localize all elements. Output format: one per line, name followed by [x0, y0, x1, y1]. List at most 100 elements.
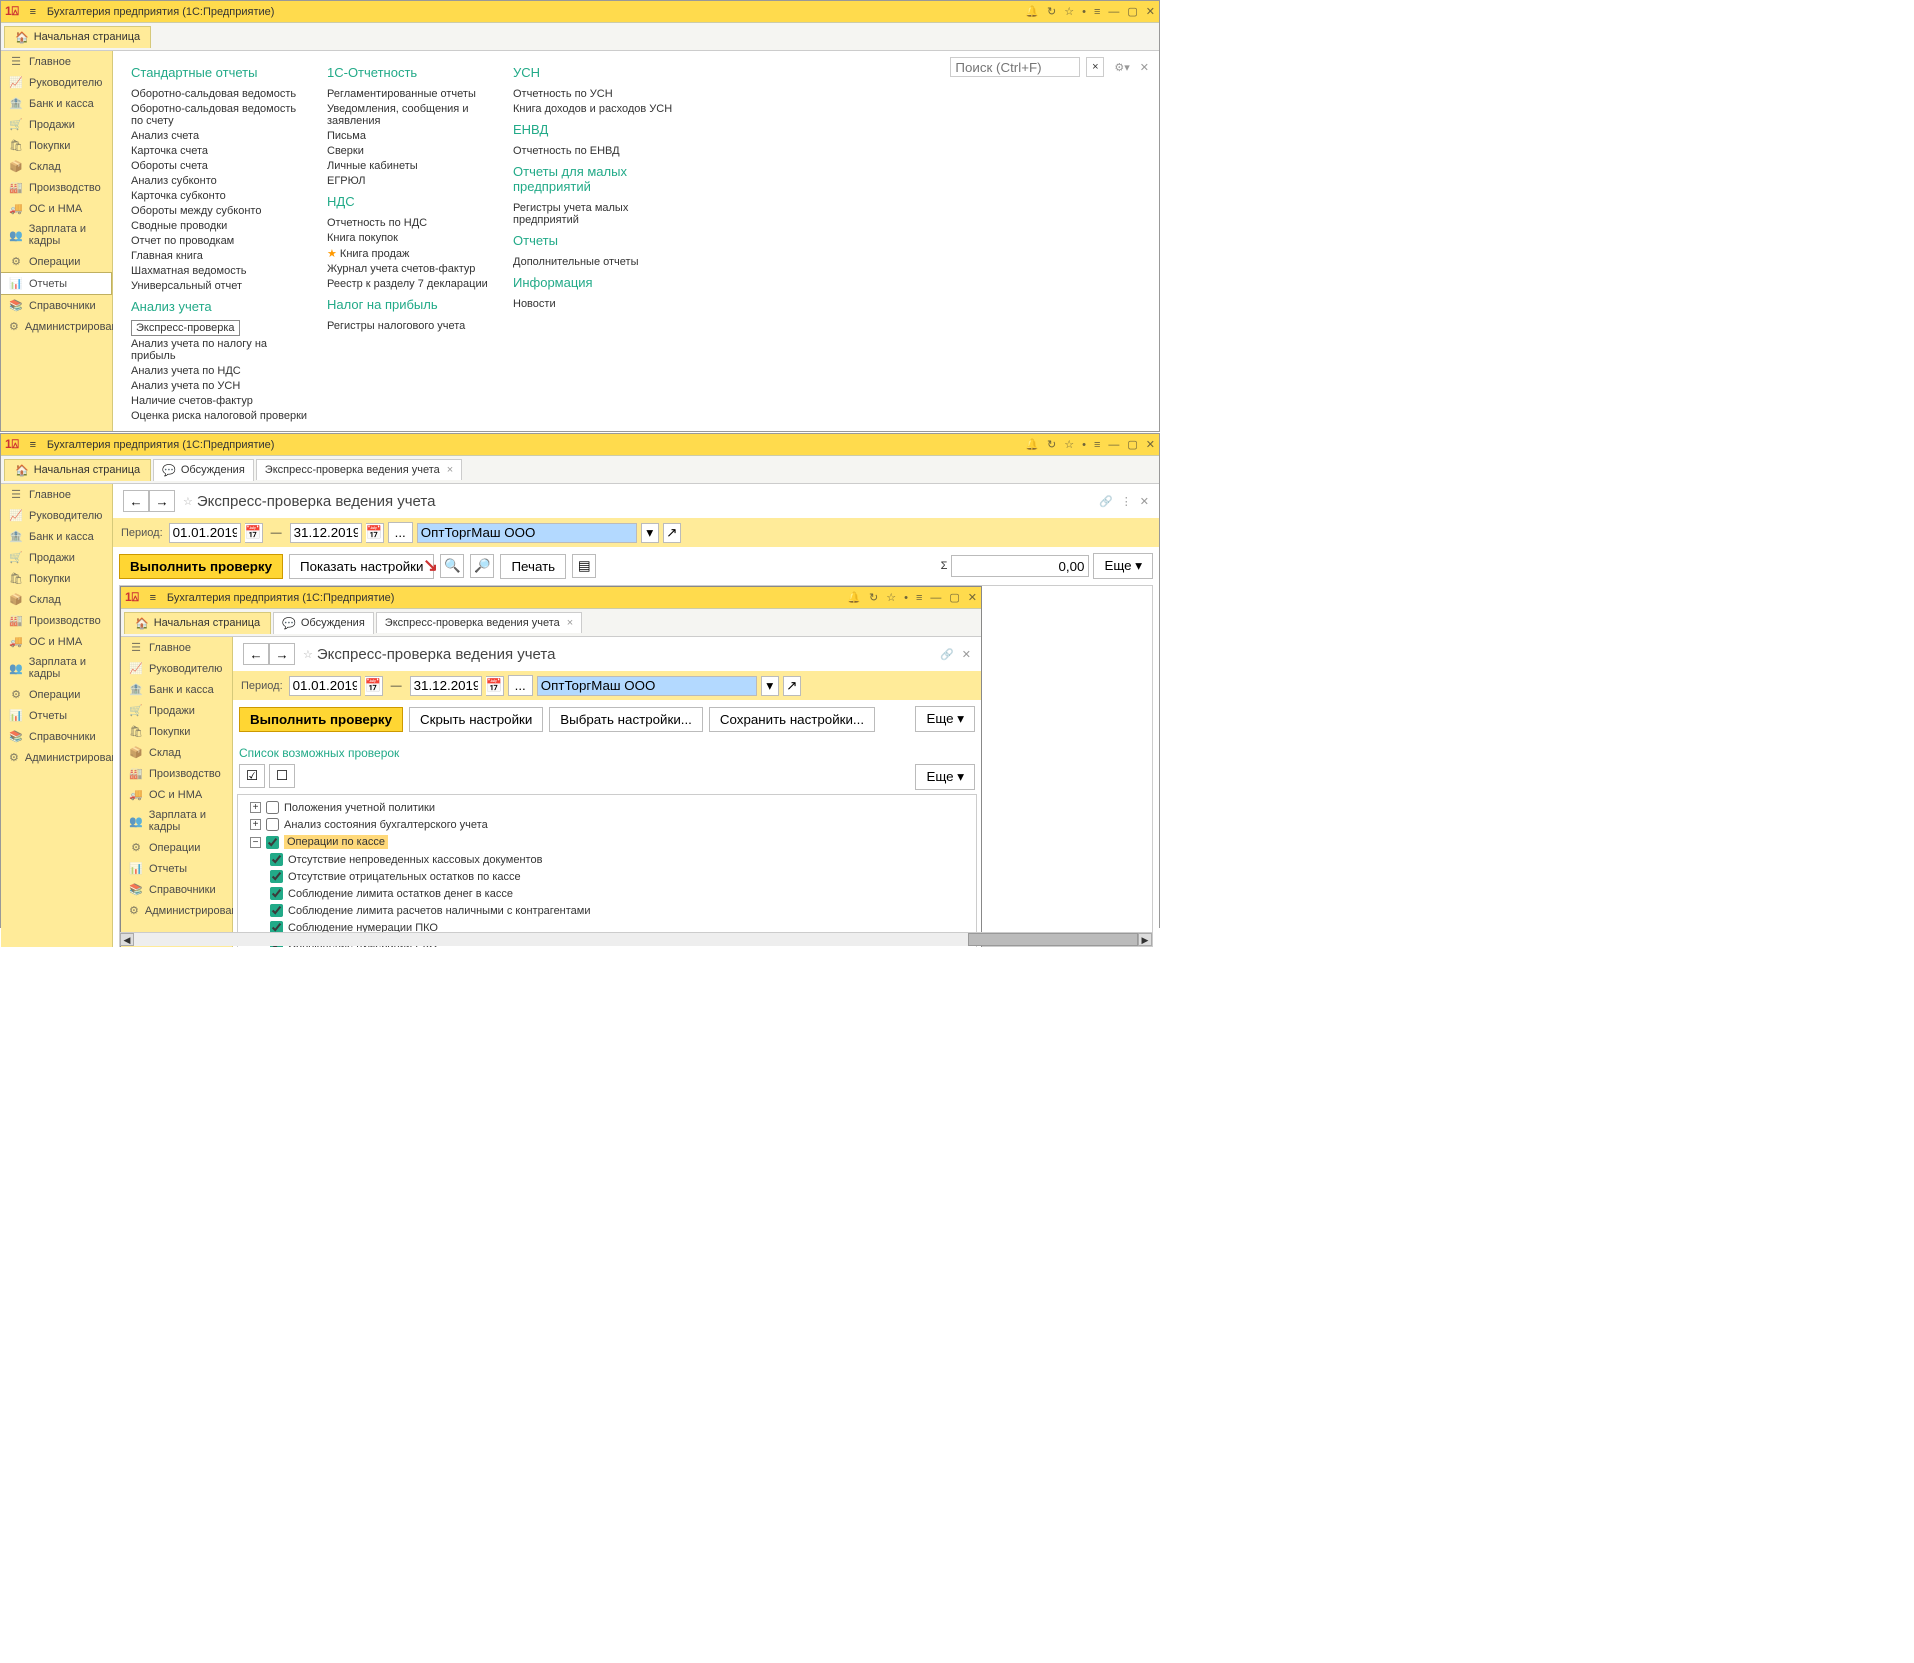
star-icon[interactable]: ☆ — [1064, 5, 1074, 18]
sidebar-item-0[interactable]: ☰Главное — [1, 484, 112, 505]
expand-icon[interactable]: + — [250, 802, 261, 813]
sidebar-item-1[interactable]: 📈Руководителю — [121, 658, 232, 679]
kebab-icon[interactable]: ⋮ — [1121, 495, 1132, 508]
report-link[interactable]: Уведомления, сообщения и заявления — [327, 101, 497, 128]
checkbox[interactable] — [270, 853, 283, 866]
sidebar-item-1[interactable]: 📈Руководителю — [1, 505, 112, 526]
start-page-tab[interactable]: 🏠 Начальная страница — [4, 459, 151, 481]
sum-icon[interactable]: Σ — [941, 560, 948, 572]
report-link[interactable]: Карточка субконто — [131, 188, 311, 203]
tab-discussions[interactable]: 💬 Обсуждения — [153, 459, 254, 481]
sidebar-item-5[interactable]: 📦Склад — [1, 589, 112, 610]
minimize-icon[interactable]: — — [1108, 6, 1119, 18]
checkbox[interactable] — [266, 836, 279, 849]
search-icon[interactable]: 🔍 — [440, 554, 464, 578]
report-link[interactable]: Письма — [327, 128, 497, 143]
minimize-icon[interactable]: — — [1108, 439, 1119, 451]
sidebar-item-11[interactable]: 📚Справочники — [121, 879, 232, 900]
report-link[interactable]: Обороты счета — [131, 158, 311, 173]
tab-express-check[interactable]: Экспресс-проверка ведения учета × — [376, 612, 582, 633]
organization-input[interactable] — [417, 523, 637, 543]
maximize-icon[interactable]: ▢ — [1127, 5, 1137, 18]
minimize-icon[interactable]: — — [930, 592, 941, 604]
tab-discussions[interactable]: 💬 Обсуждения — [273, 612, 374, 634]
search-input[interactable] — [950, 57, 1080, 77]
org-open-icon[interactable]: ↗ — [783, 676, 801, 696]
sidebar-item-4[interactable]: 🛍Покупки — [1, 135, 112, 156]
sidebar-item-6[interactable]: 🏭Производство — [121, 763, 232, 784]
search-clear-icon[interactable]: × — [1086, 57, 1104, 77]
burger-icon[interactable]: ≡ — [25, 6, 41, 18]
save-settings-button[interactable]: Сохранить настройки... — [709, 707, 875, 732]
report-link[interactable]: Анализ счета — [131, 128, 311, 143]
link-icon[interactable]: 🔗 — [940, 648, 954, 661]
tree-row-cash-ops[interactable]: − Операции по кассе — [242, 833, 972, 851]
uncheck-all-icon[interactable]: ☐ — [269, 764, 295, 788]
search-filter-icon[interactable]: 🔎 — [470, 554, 494, 578]
bell-icon[interactable]: 🔔 — [1025, 5, 1039, 18]
report-link[interactable]: Новости — [513, 296, 683, 311]
sidebar-item-9[interactable]: ⚙Операции — [1, 684, 112, 705]
sidebar-item-1[interactable]: 📈Руководителю — [1, 72, 112, 93]
sidebar-item-10[interactable]: 📊Отчеты — [1, 272, 112, 295]
choose-settings-button[interactable]: Выбрать настройки... — [549, 707, 703, 732]
sidebar-item-7[interactable]: 🚚ОС и НМА — [1, 631, 112, 652]
sidebar-item-9[interactable]: ⚙Операции — [1, 251, 112, 272]
more-button[interactable]: Еще ▾ — [915, 706, 975, 732]
report-link[interactable]: Оборотно-сальдовая ведомость — [131, 86, 311, 101]
tab-close-icon[interactable]: × — [567, 617, 573, 629]
org-dropdown-icon[interactable]: ▾ — [761, 676, 779, 696]
tab-close-icon[interactable]: × — [447, 464, 453, 476]
report-link[interactable]: Журнал учета счетов-фактур — [327, 261, 497, 276]
check-all-icon[interactable]: ☑ — [239, 764, 265, 788]
report-link[interactable]: Отчетность по НДС — [327, 215, 497, 230]
sidebar-item-3[interactable]: 🛒Продажи — [1, 114, 112, 135]
filter-icon[interactable]: ≡ — [916, 592, 922, 604]
report-link[interactable]: Отчетность по ЕНВД — [513, 143, 683, 158]
tree-row-analysis[interactable]: + Анализ состояния бухгалтерского учета — [242, 816, 972, 833]
close-icon[interactable]: ✕ — [962, 648, 971, 661]
sidebar-item-9[interactable]: ⚙Операции — [121, 837, 232, 858]
history-icon[interactable]: ↻ — [1047, 5, 1056, 18]
report-link[interactable]: Регистры налогового учета — [327, 318, 497, 333]
report-link[interactable]: Сводные проводки — [131, 218, 311, 233]
expand-icon[interactable]: + — [250, 819, 261, 830]
nav-back-button[interactable]: ← — [243, 643, 269, 665]
maximize-icon[interactable]: ▢ — [1127, 438, 1137, 451]
burger-icon[interactable]: ≡ — [25, 439, 41, 451]
calendar-icon[interactable]: 📅 — [245, 523, 263, 543]
report-link[interactable]: Наличие счетов-фактур — [131, 393, 311, 408]
sidebar-item-11[interactable]: 📚Справочники — [1, 295, 112, 316]
sidebar-item-7[interactable]: 🚚ОС и НМА — [121, 784, 232, 805]
print-settings-icon[interactable]: ▤ — [572, 554, 596, 578]
link-icon[interactable]: 🔗 — [1099, 495, 1113, 508]
sidebar-item-12[interactable]: ⚙Администрирование — [1, 316, 112, 337]
checkbox[interactable] — [270, 887, 283, 900]
org-open-icon[interactable]: ↗ — [663, 523, 681, 543]
report-link[interactable]: Обороты между субконто — [131, 203, 311, 218]
sidebar-item-0[interactable]: ☰Главное — [1, 51, 112, 72]
report-link[interactable]: Книга доходов и расходов УСН — [513, 101, 683, 116]
close-icon[interactable]: ✕ — [1146, 5, 1155, 18]
sidebar-item-6[interactable]: 🏭Производство — [1, 177, 112, 198]
start-page-tab[interactable]: 🏠 Начальная страница — [4, 26, 151, 48]
gear-icon[interactable]: ⚙▾ — [1114, 61, 1129, 74]
date-from-input[interactable] — [289, 676, 361, 696]
tab-express-check[interactable]: Экспресс-проверка ведения учета × — [256, 459, 462, 480]
report-link[interactable]: Сверки — [327, 143, 497, 158]
report-link[interactable]: Отчетность по УСН — [513, 86, 683, 101]
report-link[interactable]: Шахматная ведомость — [131, 263, 311, 278]
sidebar-item-5[interactable]: 📦Склад — [1, 156, 112, 177]
sidebar-item-8[interactable]: 👥Зарплата и кадры — [1, 652, 112, 684]
sidebar-item-12[interactable]: ⚙Администрирование — [1, 747, 112, 768]
report-link[interactable]: Анализ учета по налогу на прибыль — [131, 336, 311, 363]
dot-icon[interactable]: • — [1082, 439, 1086, 451]
sidebar-item-8[interactable]: 👥Зарплата и кадры — [1, 219, 112, 251]
report-link[interactable]: Карточка счета — [131, 143, 311, 158]
sidebar-item-4[interactable]: 🛍Покупки — [1, 568, 112, 589]
report-link[interactable]: Дополнительные отчеты — [513, 254, 683, 269]
report-link[interactable]: Анализ субконто — [131, 173, 311, 188]
scroll-left-icon[interactable]: ◀ — [120, 933, 134, 946]
more-button[interactable]: Еще ▾ — [1093, 553, 1153, 579]
report-link[interactable]: Главная книга — [131, 248, 311, 263]
